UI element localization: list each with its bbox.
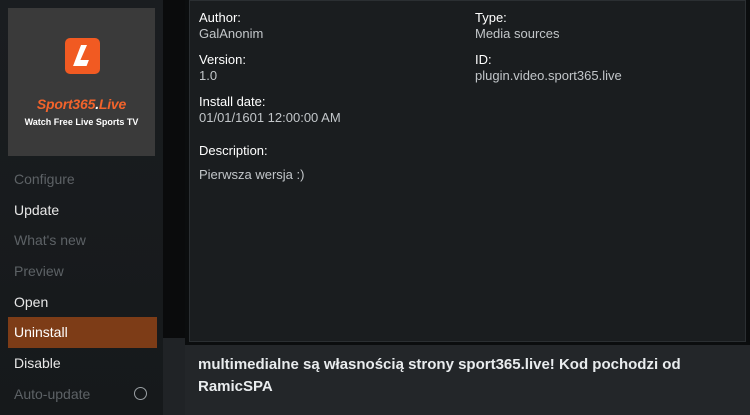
menu-item-label: What's new (14, 232, 86, 249)
version-value: 1.0 (199, 68, 218, 83)
menu-item-label: Configure (14, 171, 75, 187)
sport365-logo-icon (65, 38, 100, 74)
menu-item-preview[interactable]: Preview (8, 256, 157, 287)
addon-thumbnail: Sport365.Live Watch Free Live Sports TV (8, 8, 155, 156)
type-value: Media sources (475, 26, 560, 41)
addon-details-panel: Author: GalAnonim Type: Media sources Ve… (189, 0, 746, 342)
id-label: ID: (475, 52, 492, 67)
author-value: GalAnonim (199, 26, 264, 41)
menu-item-label: Open (14, 293, 49, 310)
action-menu: Configure Update What's new Preview Open… (8, 164, 157, 410)
divider-bottom (163, 338, 185, 415)
type-label: Type: (475, 10, 507, 25)
menu-item-disable[interactable]: Disable (8, 348, 157, 379)
description-value: Pierwsza wersja :) (199, 167, 305, 182)
version-field: Version: 1.0 (199, 52, 246, 84)
description-label: Description: (199, 143, 268, 158)
menu-item-label: Update (14, 201, 60, 218)
brand-tail: Live (98, 96, 127, 112)
sidebar: Sport365.Live Watch Free Live Sports TV … (0, 0, 163, 415)
install-date-value: 01/01/1601 12:00:00 AM (199, 110, 341, 125)
brand-name: Sport365.Live (8, 96, 155, 112)
menu-item-label: Uninstall (14, 324, 68, 341)
author-field: Author: GalAnonim (199, 10, 263, 42)
brand-tagline: Watch Free Live Sports TV (24, 117, 139, 127)
menu-item-uninstall[interactable]: Uninstall (8, 317, 157, 349)
description-field: Description: Pierwsza wersja :) (199, 143, 304, 183)
footer-text: multimedialne są własnością strony sport… (198, 356, 681, 395)
menu-item-whats-new[interactable]: What's new (8, 225, 157, 256)
addon-info-dialog: Sport365.Live Watch Free Live Sports TV … (0, 0, 750, 415)
type-field: Type: Media sources (475, 10, 560, 42)
id-field: ID: plugin.video.sport365.live (475, 52, 622, 84)
menu-item-auto-update[interactable]: Auto-update (8, 379, 157, 410)
version-label: Version: (199, 52, 246, 67)
menu-item-configure[interactable]: Configure (8, 164, 157, 195)
menu-item-open[interactable]: Open (8, 287, 157, 318)
description-footer: multimedialne są własnością strony sport… (185, 345, 750, 415)
menu-item-label: Auto-update (14, 385, 91, 402)
menu-item-update[interactable]: Update (8, 195, 157, 226)
author-label: Author: (199, 10, 241, 25)
brand-main: Sport365 (36, 96, 96, 112)
install-date-label: Install date: (199, 94, 266, 109)
auto-update-radio-icon[interactable] (134, 386, 147, 400)
menu-item-label: Disable (14, 355, 61, 372)
id-value: plugin.video.sport365.live (475, 68, 622, 83)
menu-item-label: Preview (14, 263, 64, 280)
install-date-field: Install date: 01/01/1601 12:00:00 AM (199, 94, 341, 126)
